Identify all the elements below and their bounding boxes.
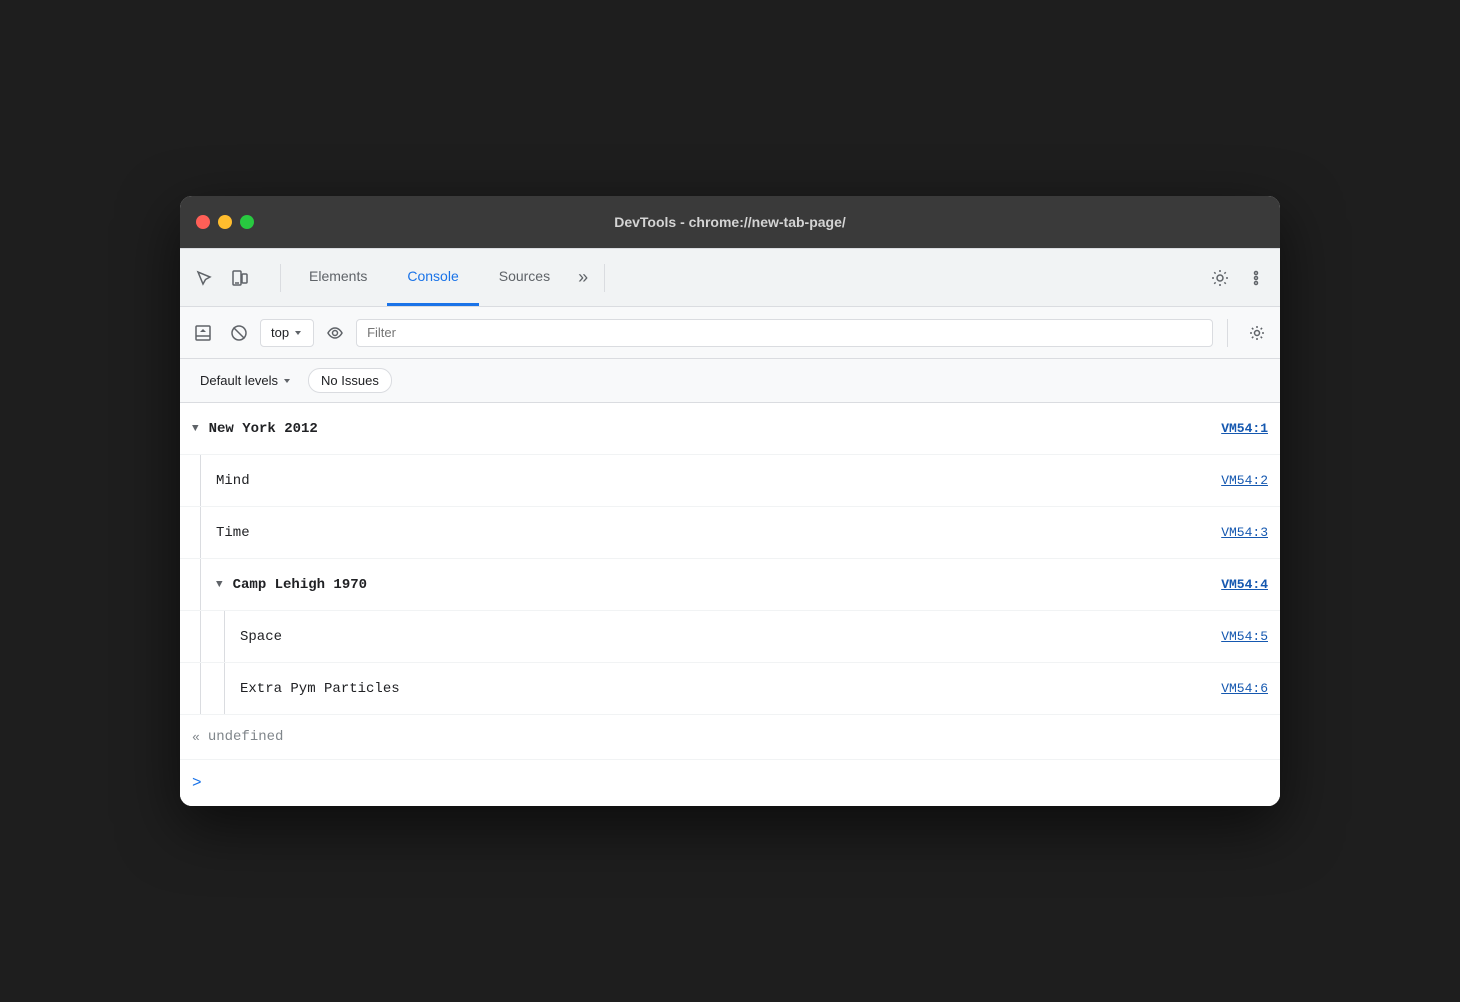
maximize-button[interactable] bbox=[240, 215, 254, 229]
vm-link[interactable]: VM54:5 bbox=[1221, 629, 1268, 644]
vm-link[interactable]: VM54:3 bbox=[1221, 525, 1268, 540]
minimize-button[interactable] bbox=[218, 215, 232, 229]
panel-icon bbox=[195, 325, 211, 341]
table-row: Mind VM54:2 bbox=[180, 455, 1280, 507]
expand-triangle-icon[interactable]: ▼ bbox=[192, 423, 199, 435]
clear-console-button[interactable] bbox=[224, 318, 254, 348]
group-indent-line bbox=[200, 663, 201, 714]
vm-link[interactable]: VM54:6 bbox=[1221, 681, 1268, 696]
no-issues-button[interactable]: No Issues bbox=[308, 368, 392, 393]
settings-button[interactable] bbox=[1204, 262, 1236, 294]
device-icon bbox=[231, 269, 249, 287]
eye-button[interactable] bbox=[320, 318, 350, 348]
chevron-down-icon bbox=[293, 328, 303, 338]
tab-elements[interactable]: Elements bbox=[289, 249, 387, 306]
table-row: ▼ Camp Lehigh 1970 VM54:4 bbox=[180, 559, 1280, 611]
entry-text: Extra Pym Particles bbox=[240, 681, 1221, 697]
device-toolbar-button[interactable] bbox=[224, 262, 256, 294]
vm-link[interactable]: VM54:1 bbox=[1221, 421, 1268, 436]
cursor-icon bbox=[195, 269, 213, 287]
group-indent-line bbox=[200, 559, 201, 610]
tab-actions-separator bbox=[604, 264, 605, 292]
vm-link[interactable]: VM54:4 bbox=[1221, 577, 1268, 592]
close-button[interactable] bbox=[196, 215, 210, 229]
levels-chevron-icon bbox=[282, 376, 292, 386]
console-undefined-entry: « undefined bbox=[180, 715, 1280, 760]
vm-link[interactable]: VM54:2 bbox=[1221, 473, 1268, 488]
inspect-element-button[interactable] bbox=[188, 262, 220, 294]
tab-list: Elements Console Sources » bbox=[289, 249, 596, 306]
left-arrow-icon: « bbox=[192, 730, 200, 745]
devtools-panel: Elements Console Sources » bbox=[180, 248, 1280, 806]
console-toolbar2: Default levels No Issues bbox=[180, 359, 1280, 403]
settings-gear-icon bbox=[1249, 325, 1265, 341]
console-prompt[interactable]: > bbox=[180, 760, 1280, 806]
expand-triangle-icon[interactable]: ▼ bbox=[216, 579, 223, 591]
entry-text: Space bbox=[240, 629, 1221, 645]
tab-separator bbox=[280, 264, 281, 292]
title-bar: DevTools - chrome://new-tab-page/ bbox=[180, 196, 1280, 248]
filter-input[interactable] bbox=[356, 319, 1213, 347]
devtools-icon-group bbox=[188, 262, 256, 294]
tab-bar: Elements Console Sources » bbox=[180, 249, 1280, 307]
table-row: Extra Pym Particles VM54:6 bbox=[180, 663, 1280, 715]
default-levels-dropdown[interactable]: Default levels bbox=[192, 369, 300, 392]
entry-text: Mind bbox=[216, 473, 1221, 489]
frame-selector[interactable]: top bbox=[260, 319, 314, 347]
traffic-lights bbox=[196, 215, 254, 229]
window-title: DevTools - chrome://new-tab-page/ bbox=[614, 214, 846, 230]
table-row: Time VM54:3 bbox=[180, 507, 1280, 559]
entry-text: Time bbox=[216, 525, 1221, 541]
group-indent-line bbox=[200, 611, 201, 662]
block-icon bbox=[231, 325, 247, 341]
tab-actions bbox=[1204, 262, 1272, 294]
console-toolbar: top bbox=[180, 307, 1280, 359]
more-tabs-button[interactable]: » bbox=[570, 249, 596, 306]
group-indent-line2 bbox=[224, 663, 225, 714]
entry-text: Camp Lehigh 1970 bbox=[233, 577, 367, 593]
table-row: ▼ New York 2012 VM54:1 bbox=[180, 403, 1280, 455]
eye-icon bbox=[327, 325, 343, 341]
console-output: ▼ New York 2012 VM54:1 Mind VM54:2 Time … bbox=[180, 403, 1280, 806]
group-indent-line2 bbox=[224, 611, 225, 662]
group-indent-line bbox=[200, 507, 201, 558]
more-options-button[interactable] bbox=[1240, 262, 1272, 294]
group-indent-line bbox=[200, 455, 201, 506]
tab-console[interactable]: Console bbox=[387, 249, 478, 306]
more-dots-icon bbox=[1247, 269, 1265, 287]
devtools-window: DevTools - chrome://new-tab-page/ bbox=[180, 196, 1280, 806]
gear-icon bbox=[1211, 269, 1229, 287]
entry-text: New York 2012 bbox=[209, 421, 318, 437]
filter-separator bbox=[1227, 319, 1228, 347]
table-row: Space VM54:5 bbox=[180, 611, 1280, 663]
tab-sources[interactable]: Sources bbox=[479, 249, 570, 306]
show-drawer-button[interactable] bbox=[188, 318, 218, 348]
console-settings-button[interactable] bbox=[1242, 318, 1272, 348]
